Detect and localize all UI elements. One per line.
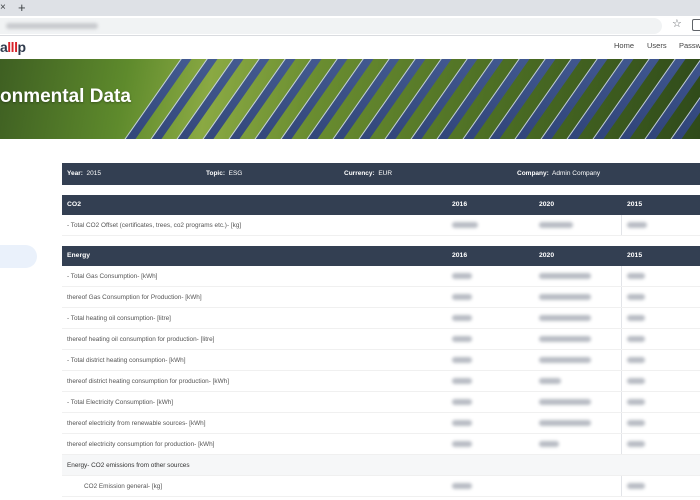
table-row: - Total Electricity Consumption- [kWh] xyxy=(62,392,700,413)
row-label: Energy- CO2 emissions from other sources xyxy=(67,462,190,469)
new-tab-button[interactable]: + xyxy=(18,0,26,15)
value-2015-cell[interactable] xyxy=(621,308,700,328)
close-tab-icon[interactable]: × xyxy=(0,1,6,15)
address-bar[interactable] xyxy=(0,18,662,34)
value-2020 xyxy=(539,222,573,228)
column-header: 2020 xyxy=(539,252,555,259)
value-2016 xyxy=(452,420,472,426)
address-bar-url xyxy=(6,23,98,29)
value-2015-cell[interactable] xyxy=(621,371,700,391)
co2-table: CO2 2016 2020 2015 - Total CO2 Offset (c… xyxy=(62,195,700,236)
table-row: CO2 Emission general- [kg] xyxy=(62,476,700,497)
value-2020 xyxy=(539,336,591,342)
energy-table: Energy 2016 2020 2015 - Total Gas Consum… xyxy=(62,246,700,497)
table-title: Energy xyxy=(67,252,91,259)
currency-filter: Currency: EUR xyxy=(344,170,393,177)
value-2016 xyxy=(452,357,472,363)
app-navbar: alllp Home Users Passw xyxy=(0,36,700,59)
value-2015-cell[interactable] xyxy=(621,476,700,496)
page-title: onmental Data xyxy=(0,86,131,107)
value-2020 xyxy=(539,399,591,405)
column-header: 2016 xyxy=(452,252,468,259)
table-row: - Total CO2 Offset (certificates, trees,… xyxy=(62,215,700,236)
value-2020 xyxy=(539,315,591,321)
company-filter: Company: Admin Company xyxy=(517,170,601,177)
nav-users-link[interactable]: Users xyxy=(647,41,667,50)
value-2015-cell[interactable] xyxy=(621,266,700,286)
section-row: Energy- CO2 emissions from other sources xyxy=(62,455,700,476)
column-header: 2020 xyxy=(539,201,555,208)
row-label: thereof electricity from renewable sourc… xyxy=(67,420,206,427)
table-row: thereof Gas Consumption for Production- … xyxy=(62,287,700,308)
value-2016 xyxy=(452,483,472,489)
topic-filter: Topic: ESG xyxy=(206,170,243,177)
logo-bars: lll xyxy=(7,39,18,55)
app-logo[interactable]: alllp xyxy=(0,39,26,55)
row-label: thereof electricity consumption for prod… xyxy=(67,441,215,448)
value-2015-cell[interactable] xyxy=(621,329,700,349)
table-row: - Total heating oil consumption- [litre] xyxy=(62,308,700,329)
value-2016 xyxy=(452,336,472,342)
browser-tab-bar: × + xyxy=(0,0,700,16)
nav-password-link[interactable]: Passw xyxy=(679,41,700,50)
table-row: - Total district heating consumption- [k… xyxy=(62,350,700,371)
value-2020 xyxy=(539,273,591,279)
row-label: - Total heating oil consumption- [litre] xyxy=(67,315,171,322)
table-row: - Total Gas Consumption- [kWh] xyxy=(62,266,700,287)
table-title: CO2 xyxy=(67,201,81,208)
value-2015-cell[interactable] xyxy=(621,215,700,235)
row-label: - Total CO2 Offset (certificates, trees,… xyxy=(67,222,242,229)
value-2015-cell[interactable] xyxy=(621,413,700,433)
value-2016 xyxy=(452,441,472,447)
table-row: thereof heating oil consumption for prod… xyxy=(62,329,700,350)
value-2020 xyxy=(539,420,591,426)
row-label: thereof Gas Consumption for Production- … xyxy=(67,294,202,301)
row-label: - Total district heating consumption- [k… xyxy=(67,357,186,364)
value-2015-cell[interactable] xyxy=(621,350,700,370)
value-2015-cell[interactable] xyxy=(621,392,700,412)
row-label: thereof district heating consumption for… xyxy=(67,378,229,385)
column-header: 2015 xyxy=(627,201,643,208)
sidebar-active-item[interactable] xyxy=(0,245,37,268)
column-header: 2016 xyxy=(452,201,468,208)
value-2016 xyxy=(452,399,472,405)
hero-banner: onmental Data xyxy=(0,59,700,139)
value-2015-cell[interactable] xyxy=(621,287,700,307)
browser-toolbar xyxy=(0,16,700,36)
star-icon[interactable]: ☆ xyxy=(672,17,682,30)
row-label: - Total Gas Consumption- [kWh] xyxy=(67,273,158,280)
value-2016 xyxy=(452,222,478,228)
value-2016 xyxy=(452,294,472,300)
row-label: CO2 Emission general- [kg] xyxy=(84,483,163,490)
table-row: thereof electricity from renewable sourc… xyxy=(62,413,700,434)
row-label: - Total Electricity Consumption- [kWh] xyxy=(67,399,174,406)
value-2016 xyxy=(452,273,472,279)
value-2016 xyxy=(452,315,472,321)
table-row: thereof district heating consumption for… xyxy=(62,371,700,392)
extensions-icon[interactable] xyxy=(692,19,700,31)
value-2015-cell[interactable] xyxy=(621,434,700,454)
column-header: 2015 xyxy=(627,252,643,259)
value-2016 xyxy=(452,378,472,384)
year-filter: Year: 2015 xyxy=(67,170,101,177)
value-2020 xyxy=(539,357,591,363)
value-2020 xyxy=(539,441,559,447)
table-header: Energy 2016 2020 2015 xyxy=(62,246,700,266)
table-row: thereof electricity consumption for prod… xyxy=(62,434,700,455)
value-2020 xyxy=(539,294,591,300)
value-2020 xyxy=(539,378,561,384)
filter-bar: Year: 2015 Topic: ESG Currency: EUR Comp… xyxy=(62,163,700,185)
table-header: CO2 2016 2020 2015 xyxy=(62,195,700,215)
nav-home-link[interactable]: Home xyxy=(614,41,634,50)
row-label: thereof heating oil consumption for prod… xyxy=(67,336,215,343)
logo-tail: p xyxy=(17,39,26,55)
